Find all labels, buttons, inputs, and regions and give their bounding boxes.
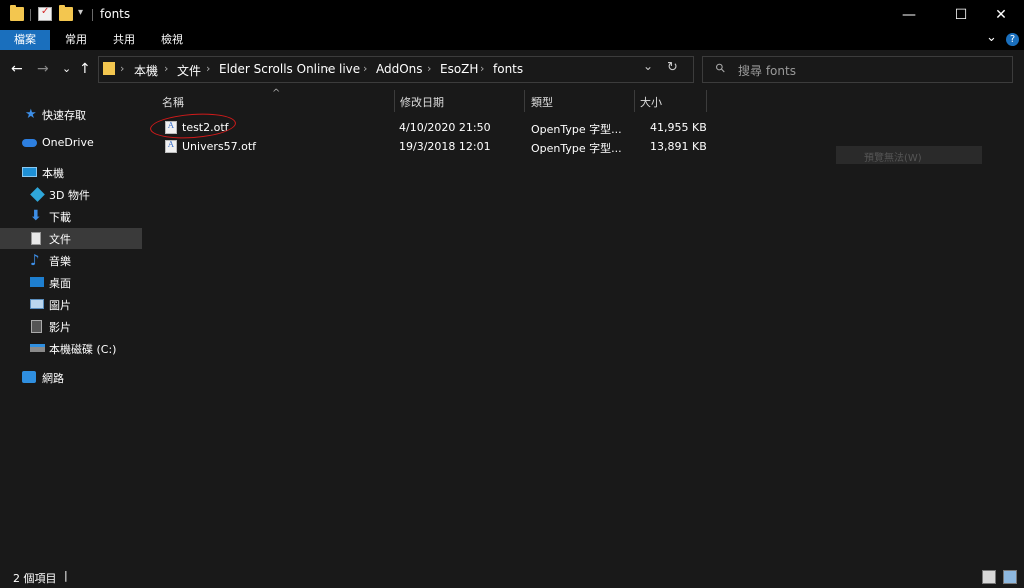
search-placeholder: 搜尋 fonts — [738, 64, 796, 78]
folder-icon — [10, 5, 24, 21]
network-icon — [22, 371, 36, 383]
file-type: OpenType 字型... — [531, 123, 622, 136]
minimize-button[interactable]: — — [886, 0, 932, 30]
divider — [30, 9, 31, 21]
file-type: OpenType 字型... — [531, 142, 622, 155]
sidebar-item-3d-objects[interactable]: 3D 物件 — [0, 184, 142, 205]
file-name: Univers57.otf — [182, 140, 257, 153]
file-row[interactable]: Univers57.otf 19/3/2018 12:01 OpenType 字… — [156, 137, 736, 157]
sidebar-item-this-pc[interactable]: 本機 — [0, 162, 142, 183]
help-icon[interactable]: ? — [1006, 33, 1019, 46]
sidebar-item-desktop[interactable]: 桌面 — [0, 272, 142, 293]
ribbon-expand-icon[interactable]: ⌄ — [986, 30, 997, 45]
tab-view[interactable]: 檢視 — [152, 30, 192, 50]
breadcrumb-live[interactable]: live — [339, 62, 360, 76]
breadcrumb-this-pc[interactable]: 本機 — [134, 62, 158, 79]
breadcrumb-documents[interactable]: 文件 — [177, 62, 201, 79]
folder-icon — [103, 62, 115, 75]
details-view-icon[interactable] — [982, 570, 996, 584]
column-divider[interactable] — [394, 90, 395, 112]
ribbon-tabs: 檔案 常用 共用 檢視 ⌄ ? — [0, 30, 1024, 50]
preview-pane: 預覽無法(W) — [836, 146, 982, 164]
column-header-date[interactable]: 修改日期 — [400, 94, 444, 110]
file-date: 4/10/2020 21:50 — [399, 121, 491, 134]
sidebar-item-onedrive[interactable]: OneDrive — [0, 133, 142, 154]
title-bar: ✓ ▾ fonts — ☐ ✕ — [0, 0, 1024, 30]
large-icons-view-icon[interactable] — [1003, 570, 1017, 584]
tab-home[interactable]: 常用 — [56, 30, 96, 50]
column-header-type[interactable]: 類型 — [531, 94, 553, 110]
sidebar-item-quick-access[interactable]: ★ 快速存取 — [0, 104, 142, 125]
file-row[interactable]: test2.otf 4/10/2020 21:50 OpenType 字型...… — [156, 118, 736, 138]
breadcrumb-esozh[interactable]: EsoZH — [440, 62, 478, 76]
video-icon — [31, 320, 42, 333]
breadcrumb-separator[interactable]: › — [326, 62, 330, 75]
sidebar-item-documents[interactable]: 文件 — [0, 228, 142, 249]
sort-indicator-icon: ^ — [272, 88, 281, 99]
music-icon: ♪ — [30, 251, 40, 269]
status-divider: | — [64, 569, 68, 582]
breadcrumb-separator[interactable]: › — [206, 62, 210, 75]
desktop-icon — [30, 277, 44, 287]
forward-button[interactable]: → — [37, 61, 49, 77]
drive-icon — [30, 344, 45, 352]
window-title: fonts — [100, 7, 131, 21]
file-size: 41,955 KB — [650, 121, 707, 134]
navigation-pane: ★ 快速存取 OneDrive 本機 3D 物件 ⬇ 下載 文件 ♪ 音樂 桌面… — [0, 88, 146, 566]
search-icon: ⚲ — [712, 59, 729, 77]
sidebar-item-pictures[interactable]: 圖片 — [0, 294, 142, 315]
close-button[interactable]: ✕ — [978, 0, 1024, 30]
refresh-icon[interactable]: ↻ — [667, 60, 678, 75]
file-date: 19/3/2018 12:01 — [399, 140, 491, 153]
column-header-size[interactable]: 大小 — [640, 94, 662, 110]
tab-share[interactable]: 共用 — [104, 30, 144, 50]
status-bar: 2 個項目 | — [0, 566, 1024, 588]
file-size: 13,891 KB — [650, 140, 707, 153]
breadcrumb-separator[interactable]: › — [480, 62, 484, 75]
computer-icon — [22, 167, 37, 177]
cube-icon — [30, 187, 45, 202]
properties-icon[interactable]: ✓ — [38, 6, 52, 21]
sidebar-item-network[interactable]: 網路 — [0, 367, 142, 388]
preview-message: 預覽無法(W) — [864, 153, 922, 164]
sidebar-item-downloads[interactable]: ⬇ 下載 — [0, 206, 142, 227]
item-count: 2 個項目 — [13, 572, 57, 585]
column-divider[interactable] — [706, 90, 707, 112]
breadcrumb-separator[interactable]: › — [427, 62, 431, 75]
breadcrumb-separator[interactable]: › — [120, 62, 124, 75]
document-icon — [31, 232, 41, 245]
up-button[interactable]: ↑ — [79, 61, 91, 77]
star-icon: ★ — [25, 107, 37, 122]
download-icon: ⬇ — [30, 208, 42, 224]
font-file-icon — [165, 140, 177, 153]
breadcrumb-fonts[interactable]: fonts — [493, 62, 523, 76]
sidebar-item-music[interactable]: ♪ 音樂 — [0, 250, 142, 271]
sidebar-item-videos[interactable]: 影片 — [0, 316, 142, 337]
recent-locations-button[interactable]: ⌄ — [62, 62, 71, 75]
address-bar[interactable]: › 本機 › 文件 › Elder Scrolls Online › live … — [98, 56, 694, 83]
breadcrumb-separator[interactable]: › — [363, 62, 367, 75]
breadcrumb-elder-scrolls-online[interactable]: Elder Scrolls Online — [219, 62, 335, 76]
sidebar-item-local-disk-c[interactable]: 本機磁碟 (C:) — [0, 338, 142, 359]
column-divider[interactable] — [634, 90, 635, 112]
new-folder-icon[interactable] — [59, 5, 73, 21]
picture-icon — [30, 299, 44, 309]
customize-toolbar-icon[interactable]: ▾ — [78, 7, 83, 18]
address-dropdown-icon[interactable]: ⌄ — [643, 59, 653, 73]
back-button[interactable]: ← — [11, 61, 23, 77]
column-header-name[interactable]: 名稱 — [162, 94, 184, 110]
divider — [92, 9, 93, 21]
cloud-icon — [22, 139, 37, 147]
tab-file[interactable]: 檔案 — [0, 30, 50, 50]
column-divider[interactable] — [524, 90, 525, 112]
breadcrumb-addons[interactable]: AddOns — [376, 62, 423, 76]
breadcrumb-separator[interactable]: › — [164, 62, 168, 75]
search-input[interactable]: ⚲ 搜尋 fonts — [702, 56, 1013, 83]
